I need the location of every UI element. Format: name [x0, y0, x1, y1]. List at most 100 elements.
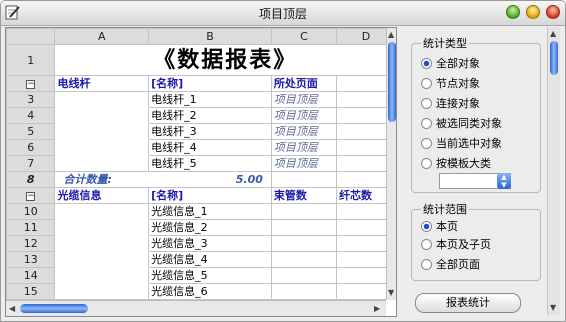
row-header[interactable]: −: [6, 187, 56, 204]
row-header[interactable]: −: [6, 75, 56, 92]
scroll-up-arrow-icon[interactable]: ▲: [388, 30, 394, 39]
table-cell[interactable]: 项目顶层: [270, 139, 338, 156]
stat-type-option-template[interactable]: 按模板大类: [421, 155, 491, 171]
panel-vertical-scrollbar[interactable]: ▲ ▼: [547, 27, 560, 315]
page-header-cell[interactable]: 所处页面: [270, 75, 338, 92]
table-cell[interactable]: [54, 235, 150, 252]
table-cell[interactable]: 光缆信息_1: [148, 203, 272, 220]
sheet-vertical-scroll-thumb[interactable]: [388, 42, 396, 122]
scroll-up-arrow-icon[interactable]: ▲: [550, 29, 556, 38]
stat-type-option-all[interactable]: 全部对象: [421, 55, 480, 71]
table-cell[interactable]: [54, 155, 150, 172]
row-header[interactable]: 14: [6, 267, 56, 284]
table-cell[interactable]: 电线杆_3: [148, 123, 272, 140]
report-title[interactable]: 《数据报表》: [54, 44, 396, 76]
table-cell[interactable]: 光缆信息_6: [148, 283, 272, 300]
row-header[interactable]: 12: [6, 235, 56, 252]
row-header[interactable]: 6: [6, 139, 56, 156]
row-header[interactable]: 15: [6, 283, 56, 300]
table-cell[interactable]: [270, 267, 338, 284]
table-cell[interactable]: [270, 171, 338, 188]
report-statistics-button[interactable]: 报表统计: [415, 293, 521, 313]
close-button[interactable]: [546, 5, 560, 19]
table-cell[interactable]: 光缆信息_3: [148, 235, 272, 252]
minimize-button[interactable]: [526, 5, 540, 19]
table-cell[interactable]: 光缆信息_4: [148, 251, 272, 268]
stat-type-option-connection[interactable]: 连接对象: [421, 95, 480, 111]
table-cell[interactable]: 光缆信息_5: [148, 267, 272, 284]
column-header-c[interactable]: C: [270, 28, 338, 45]
sum-row-cell[interactable]: 合计数量: 5.00: [54, 171, 272, 188]
table-cell[interactable]: [54, 139, 150, 156]
select-arrows-icon[interactable]: ▲ ▼: [497, 173, 511, 189]
table-cell[interactable]: [54, 219, 150, 236]
stat-range-option-all-pages[interactable]: 全部页面: [421, 256, 480, 272]
table-cell[interactable]: 电线杆_1: [148, 91, 272, 108]
table-cell[interactable]: 电线杆_2: [148, 107, 272, 124]
row-header[interactable]: 4: [6, 107, 56, 124]
group-name-cell[interactable]: 电线杆: [54, 75, 150, 92]
stat-type-option-node[interactable]: 节点对象: [421, 75, 480, 91]
table-cell[interactable]: [54, 267, 150, 284]
scroll-down-arrow-icon[interactable]: ▼: [388, 288, 394, 297]
row-header[interactable]: 8: [6, 171, 56, 188]
scroll-down-arrow-icon[interactable]: ▼: [550, 303, 556, 312]
table-cell[interactable]: [54, 91, 150, 108]
radio-icon[interactable]: [421, 258, 432, 270]
stat-type-option-same-kind[interactable]: 被选同类对象: [421, 115, 502, 131]
radio-selected-icon[interactable]: [421, 57, 432, 69]
row-header[interactable]: 7: [6, 155, 56, 172]
name-header-cell[interactable]: [名称]: [148, 187, 272, 204]
table-cell[interactable]: 项目顶层: [270, 91, 338, 108]
radio-selected-icon[interactable]: [421, 220, 432, 232]
radio-icon[interactable]: [421, 157, 432, 169]
table-cell[interactable]: [54, 251, 150, 268]
sheet-vertical-scrollbar[interactable]: ▲ ▼: [386, 28, 396, 300]
row-header[interactable]: 13: [6, 251, 56, 268]
table-cell[interactable]: [270, 251, 338, 268]
corner-cell[interactable]: [6, 28, 56, 45]
stat-type-option-selected[interactable]: 当前选中对象: [421, 135, 502, 151]
table-cell[interactable]: [54, 203, 150, 220]
panel-vertical-scroll-thumb[interactable]: [550, 41, 558, 75]
row-header[interactable]: 1: [6, 44, 56, 76]
table-cell[interactable]: [270, 235, 338, 252]
scroll-left-arrow-icon[interactable]: ◀: [9, 304, 15, 313]
bundle-count-header-cell[interactable]: 束管数: [270, 187, 338, 204]
stat-range-option-page-and-subpages[interactable]: 本页及子页: [421, 236, 491, 252]
radio-icon[interactable]: [421, 137, 432, 149]
sheet-horizontal-scroll-thumb[interactable]: [20, 304, 88, 313]
radio-icon[interactable]: [421, 97, 432, 109]
collapse-icon[interactable]: −: [26, 191, 36, 201]
report-spreadsheet[interactable]: A B C D 1 《数据报表》 − 电线杆 [名称] 所处页面 3 电线杆_1…: [5, 27, 397, 317]
sheet-horizontal-scrollbar[interactable]: ◀ ▶: [6, 300, 386, 316]
name-header-cell[interactable]: [名称]: [148, 75, 272, 92]
table-cell[interactable]: 光缆信息_2: [148, 219, 272, 236]
table-cell[interactable]: [54, 283, 150, 300]
table-cell[interactable]: 电线杆_4: [148, 139, 272, 156]
radio-icon[interactable]: [421, 77, 432, 89]
row-header[interactable]: 5: [6, 123, 56, 140]
row-header[interactable]: 3: [6, 91, 56, 108]
row-header[interactable]: 11: [6, 219, 56, 236]
column-header-a[interactable]: A: [54, 28, 150, 45]
title-bar[interactable]: 项目顶层: [1, 1, 565, 26]
radio-icon[interactable]: [421, 117, 432, 129]
group-name-cell[interactable]: 光缆信息: [54, 187, 150, 204]
zoom-button[interactable]: [506, 5, 520, 19]
table-cell[interactable]: [54, 107, 150, 124]
row-header[interactable]: 10: [6, 203, 56, 220]
collapse-icon[interactable]: −: [26, 79, 36, 89]
table-cell[interactable]: 项目顶层: [270, 123, 338, 140]
table-cell[interactable]: 项目顶层: [270, 107, 338, 124]
table-cell[interactable]: 项目顶层: [270, 155, 338, 172]
table-cell[interactable]: [270, 283, 338, 300]
column-header-b[interactable]: B: [148, 28, 272, 45]
radio-icon[interactable]: [421, 238, 432, 250]
table-cell[interactable]: [270, 219, 338, 236]
table-cell[interactable]: [270, 203, 338, 220]
template-category-select[interactable]: ▲ ▼: [439, 173, 511, 189]
table-cell[interactable]: [54, 123, 150, 140]
table-cell[interactable]: 电线杆_5: [148, 155, 272, 172]
scroll-right-arrow-icon[interactable]: ▶: [374, 304, 380, 313]
